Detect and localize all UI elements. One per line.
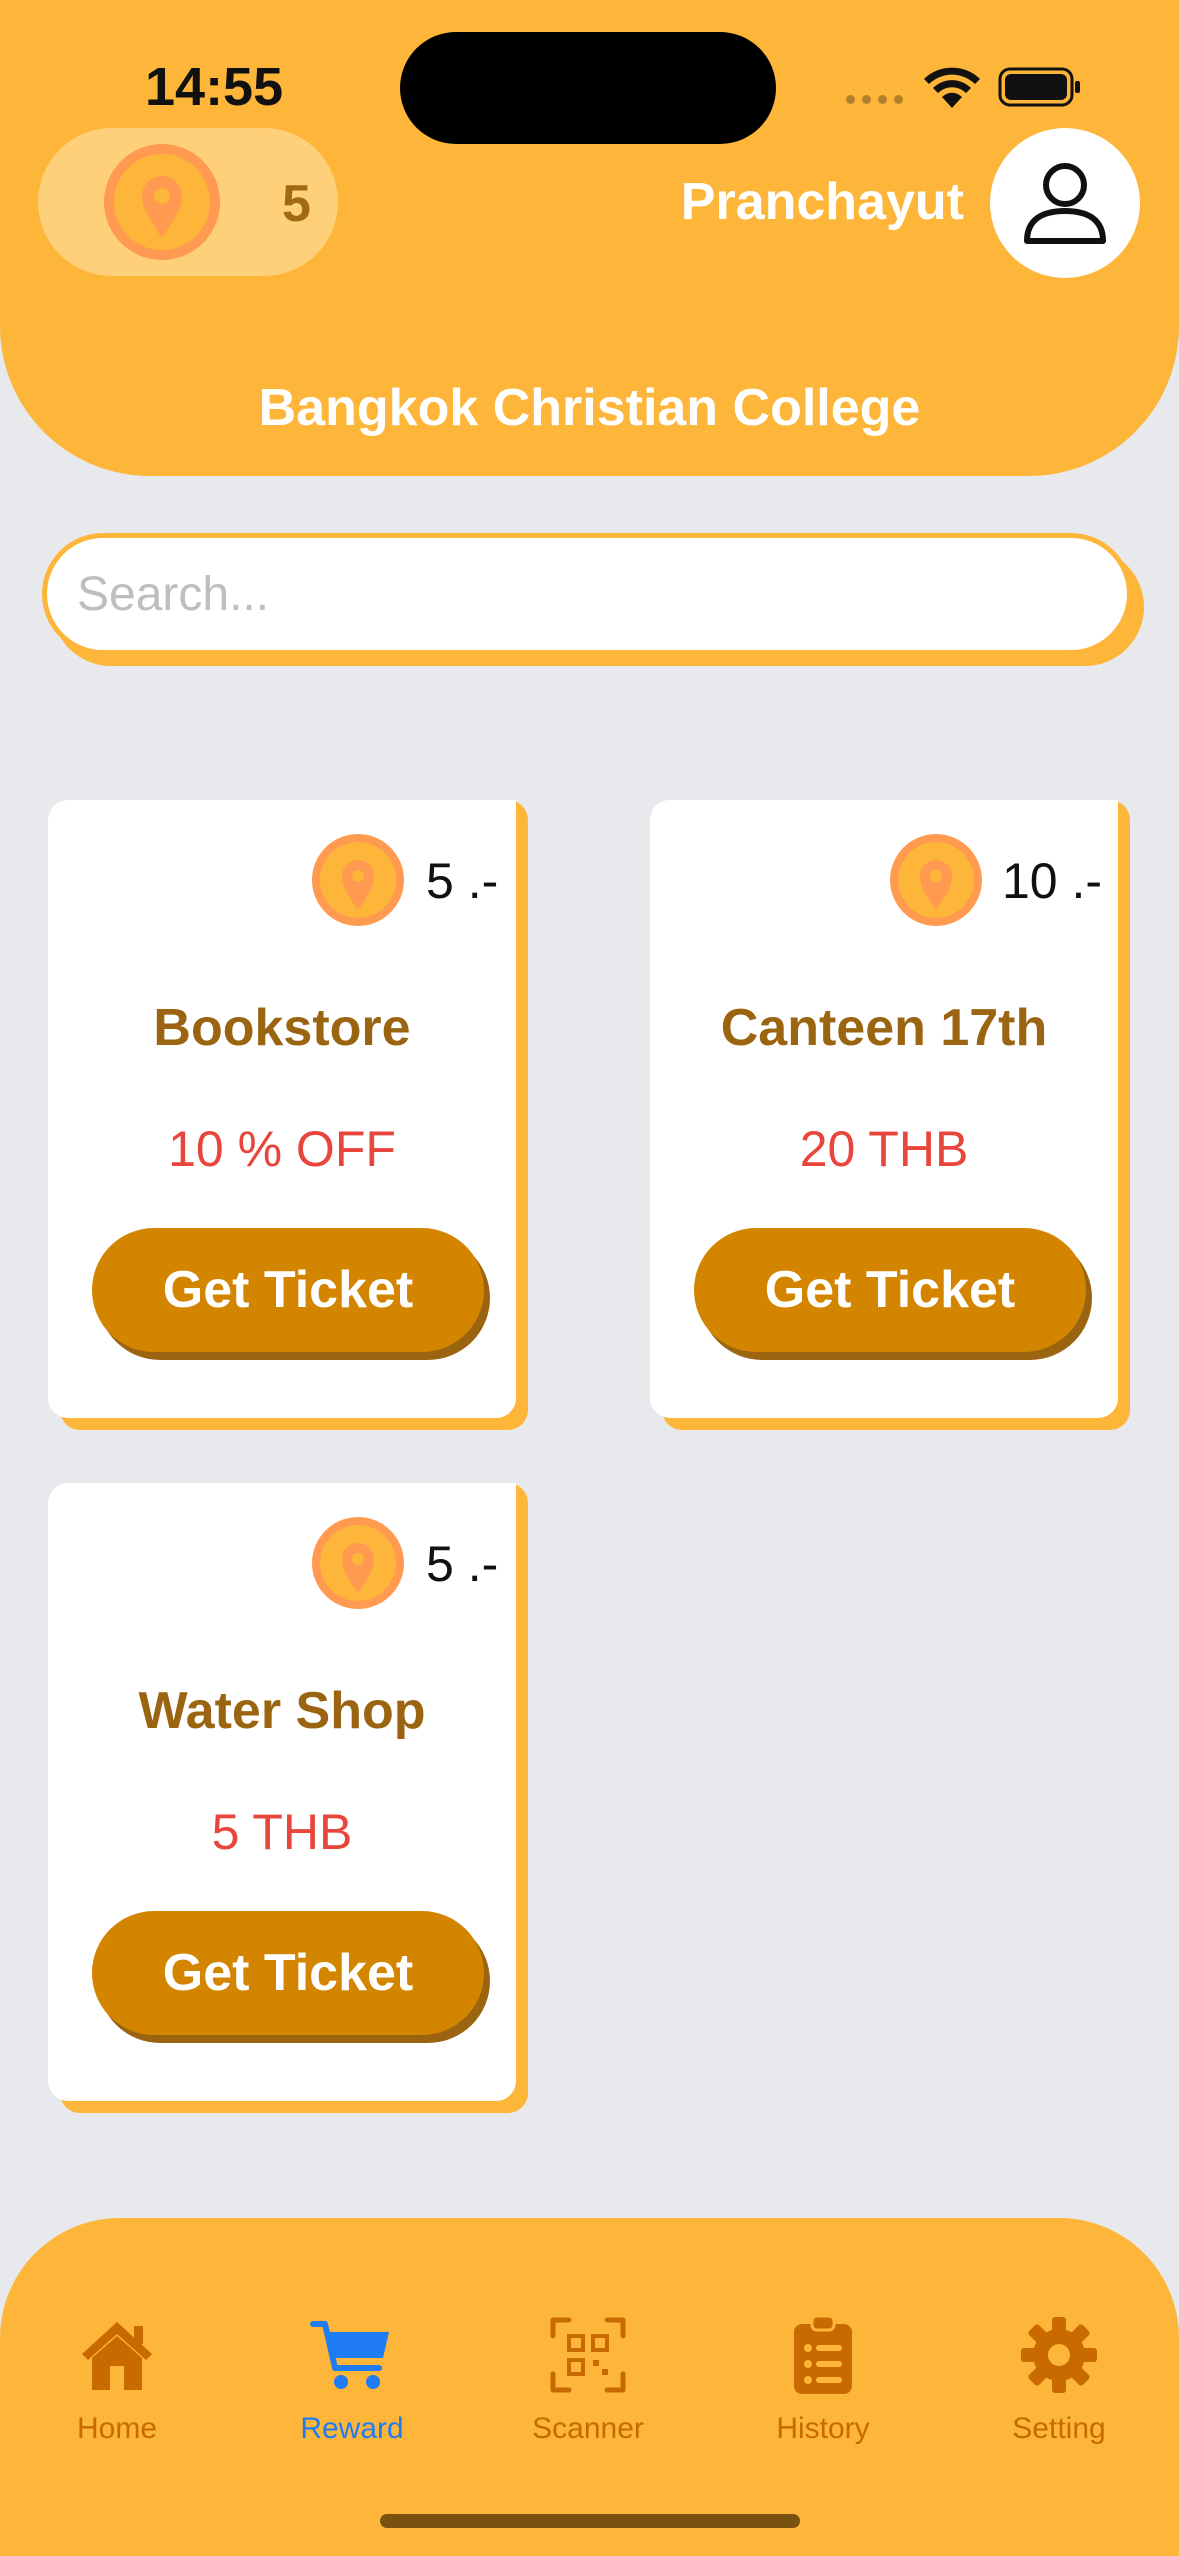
page-title: Bangkok Christian College — [258, 379, 921, 437]
points-balance[interactable]: 5 — [38, 128, 338, 276]
tab-label: History — [776, 2412, 870, 2445]
reward-cost: 5 .- — [426, 853, 499, 909]
search-input[interactable] — [42, 533, 1132, 655]
tab-label: Setting — [1012, 2412, 1106, 2445]
tab-label: Scanner — [532, 2412, 644, 2445]
dynamic-island — [400, 32, 776, 144]
reward-discount: 10 % OFF — [168, 1121, 396, 1177]
status-time: 14:55 — [145, 57, 284, 117]
get-ticket-button[interactable]: Get Ticket — [92, 1911, 484, 2035]
get-ticket-button[interactable]: Get Ticket — [694, 1228, 1086, 1352]
user-icon — [1024, 163, 1106, 244]
reward-cost: 10 .- — [1002, 853, 1103, 909]
cart-icon — [310, 2321, 389, 2389]
tab-label: Home — [76, 2412, 158, 2445]
tab-scanner[interactable]: Scanner — [488, 2312, 688, 2472]
location-pin-icon — [104, 144, 220, 260]
cellular-signal-icon — [846, 92, 906, 106]
tab-bar: Home Reward Scanner History Setting — [0, 2218, 1179, 2556]
tab-setting[interactable]: Setting — [959, 2312, 1159, 2472]
username: Pranchayut — [680, 173, 964, 231]
tab-reward[interactable]: Reward — [252, 2312, 452, 2472]
profile-button[interactable] — [990, 128, 1140, 278]
battery-icon — [998, 67, 1080, 107]
reward-title: Water Shop — [138, 1682, 426, 1740]
points-value: 5 — [282, 175, 311, 233]
reward-card: 10 .- Canteen 17th 20 THB Get Ticket — [650, 800, 1130, 1430]
reward-title: Canteen 17th — [720, 999, 1048, 1057]
gear-icon — [1021, 2317, 1097, 2393]
get-ticket-button[interactable]: Get Ticket — [92, 1228, 484, 1352]
reward-card: 5 .- Bookstore 10 % OFF Get Ticket — [48, 800, 528, 1430]
tab-label: Reward — [300, 2412, 404, 2445]
home-indicator — [380, 2514, 800, 2528]
location-pin-icon — [312, 1517, 404, 1609]
reward-discount: 20 THB — [799, 1121, 969, 1177]
reward-card: 5 .- Water Shop 5 THB Get Ticket — [48, 1483, 528, 2113]
reward-title: Bookstore — [153, 999, 411, 1057]
reward-discount: 5 THB — [211, 1804, 353, 1860]
clipboard-list-icon — [794, 2314, 852, 2394]
tab-history[interactable]: History — [723, 2312, 923, 2472]
location-pin-icon — [312, 834, 404, 926]
header: 14:55 5 Pranchayut Bangkok Christian Col… — [0, 0, 1179, 476]
wifi-icon — [924, 67, 980, 108]
reward-cost: 5 .- — [426, 1536, 499, 1592]
tab-home[interactable]: Home — [17, 2312, 217, 2472]
home-icon — [82, 2322, 152, 2390]
qr-scanner-icon — [550, 2317, 626, 2393]
location-pin-icon — [890, 834, 982, 926]
